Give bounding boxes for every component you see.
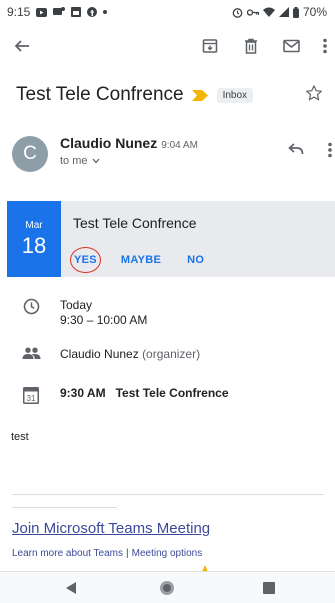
sender-row: C Claudio Nunez 9:04 AM to me <box>12 130 332 178</box>
archive-button[interactable] <box>196 32 224 60</box>
nav-recents-icon <box>263 582 275 594</box>
more-vert-icon <box>328 142 332 158</box>
nav-recents-button[interactable] <box>260 579 278 597</box>
nav-back-button[interactable] <box>62 579 80 597</box>
teams-footer: Learn more about Teams | Meeting options <box>12 548 202 559</box>
calendar-event-title: Test Tele Confrence <box>115 386 229 400</box>
battery-percent: 70% <box>302 5 327 19</box>
video-app-icon <box>36 7 48 17</box>
invite-body: Test Tele Confrence YES MAYBE NO <box>61 201 335 277</box>
app-toolbar <box>0 28 335 64</box>
sender-name: Claudio Nunez <box>60 135 158 151</box>
people-icon <box>20 347 42 359</box>
event-day: Today <box>60 298 93 312</box>
clock-icon <box>20 298 42 315</box>
star-icon[interactable] <box>305 84 323 107</box>
more-vert-icon <box>323 38 327 54</box>
sender-info: Claudio Nunez 9:04 AM <box>60 135 198 151</box>
notification-dot-icon <box>103 10 108 14</box>
recipient-text: to me <box>60 155 88 167</box>
status-time: 9:15 <box>7 5 31 19</box>
toolbar-more-button[interactable] <box>311 32 335 60</box>
organizer-name: Claudio Nunez <box>60 347 139 361</box>
status-left: 9:15 <box>7 5 108 19</box>
rsvp-options: YES MAYBE NO <box>70 247 230 273</box>
rsvp-yes-button[interactable]: YES <box>70 247 101 273</box>
delete-button[interactable] <box>237 32 265 60</box>
invite-title: Test Tele Confrence <box>73 215 197 231</box>
mail-icon <box>282 39 300 53</box>
vpn-key-icon <box>246 8 259 17</box>
invite-day: 18 <box>21 232 47 258</box>
invite-month: Mar <box>25 219 43 231</box>
calendar-event-row[interactable]: 31 9:30 AM Test Tele Confrence <box>20 386 229 404</box>
nav-back-icon <box>66 582 76 594</box>
learn-more-link[interactable]: Learn more about Teams <box>12 548 123 559</box>
importance-marker-icon[interactable] <box>191 89 208 101</box>
archive-icon <box>202 39 218 53</box>
system-nav-bar <box>0 571 335 603</box>
chevron-down-icon <box>92 158 100 164</box>
cell-signal-icon <box>278 7 289 17</box>
calendar-app-icon <box>71 7 82 17</box>
event-organizer-text: Claudio Nunez (organizer) <box>60 347 200 362</box>
calendar-invite-card: Mar 18 Test Tele Confrence YES MAYBE NO <box>7 201 335 277</box>
event-time-text: Today 9:30 – 10:00 AM <box>60 298 147 328</box>
rsvp-maybe-button[interactable]: MAYBE <box>121 254 161 266</box>
mark-unread-button[interactable] <box>277 32 305 60</box>
organizer-tag: (organizer) <box>142 347 201 361</box>
message-more-button[interactable] <box>328 142 332 163</box>
calendar-event-text: 9:30 AM Test Tele Confrence <box>60 386 229 401</box>
body-divider <box>12 494 324 495</box>
email-subject: Test Tele Confrence <box>16 84 184 105</box>
calendar-icon: 31 <box>20 386 42 404</box>
event-time-range: 9:30 – 10:00 AM <box>60 313 148 327</box>
wifi-icon <box>262 7 275 17</box>
back-arrow-icon <box>14 40 29 52</box>
join-teams-meeting-link[interactable]: Join Microsoft Teams Meeting <box>12 520 210 537</box>
facebook-app-icon <box>87 7 98 17</box>
teams-divider <box>12 507 117 508</box>
invite-date-block: Mar 18 <box>7 201 61 277</box>
messages-app-icon <box>53 7 66 17</box>
sent-time: 9:04 AM <box>161 140 198 151</box>
recipient-details-toggle[interactable]: to me <box>60 155 100 167</box>
nav-home-button[interactable] <box>158 579 176 597</box>
status-right: 70% <box>232 5 327 19</box>
footer-separator: | <box>126 548 129 559</box>
delete-icon <box>245 38 257 54</box>
calendar-icon-day: 31 <box>27 394 36 403</box>
calendar-event-time: 9:30 AM <box>60 386 106 400</box>
alarm-icon <box>232 7 243 18</box>
reply-icon <box>288 143 304 155</box>
event-organizer-row: Claudio Nunez (organizer) <box>20 347 200 362</box>
battery-icon <box>292 6 299 18</box>
meeting-options-link[interactable]: Meeting options <box>132 548 203 559</box>
subject-row: Test Tele Confrence Inbox <box>16 80 325 110</box>
reply-button[interactable] <box>288 142 304 160</box>
nav-home-icon <box>160 581 174 595</box>
inbox-label-chip[interactable]: Inbox <box>216 87 254 103</box>
sender-avatar[interactable]: C <box>12 136 48 172</box>
status-bar: 9:15 70% <box>0 0 335 24</box>
rsvp-no-button[interactable]: NO <box>187 254 204 266</box>
event-time-row: Today 9:30 – 10:00 AM <box>20 298 147 328</box>
back-button[interactable] <box>8 32 36 60</box>
email-body-text: test <box>11 431 29 443</box>
